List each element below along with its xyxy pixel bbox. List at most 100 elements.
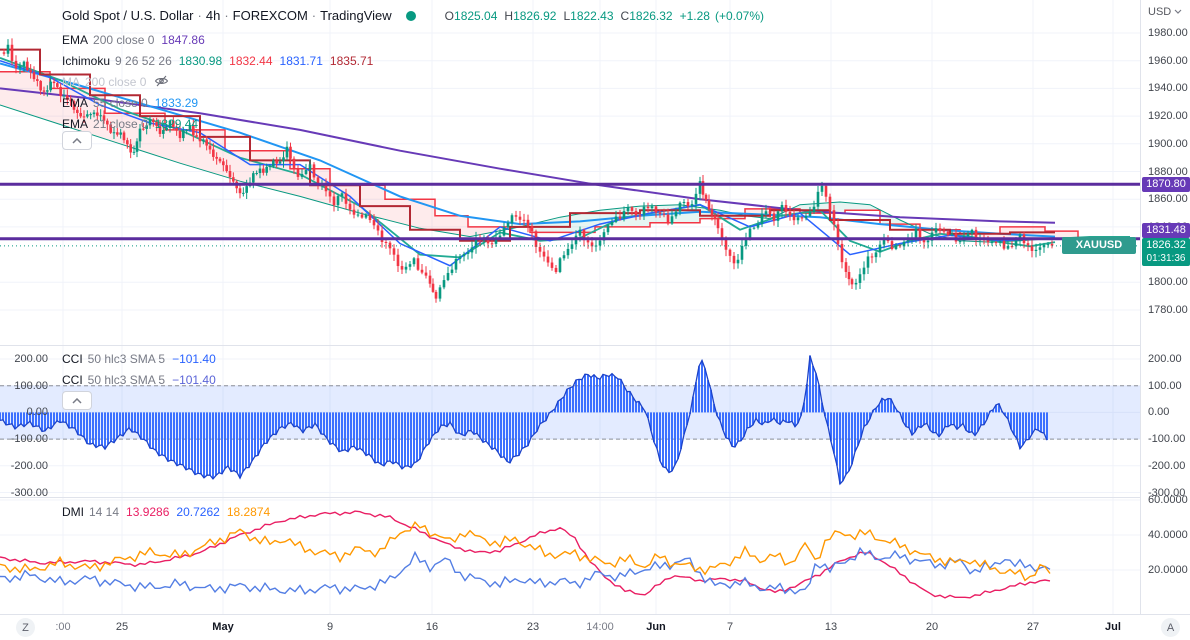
dmi-pane-legend: DMI 14 14 13.9286 20.7262 18.2874	[62, 502, 270, 523]
tradingview-chart-window: Gold Spot / U.S. Dollar · 4h · FOREXCOM · Trad…	[0, 0, 1190, 640]
indicator-params: 200 close 0	[85, 75, 147, 89]
indicator-value: 1832.44	[229, 54, 273, 68]
currency-selector[interactable]: USD	[1148, 6, 1182, 18]
indicator-value: −101.40	[172, 352, 216, 366]
price-level-badge: 1870.80	[1142, 176, 1190, 192]
cci-left-tick: 0.00	[26, 406, 48, 419]
time-label: 27	[1026, 621, 1040, 633]
legend-row-ichimoku-9[interactable]: Ichimoku 9 26 52 26 1830.98 1832.44 1831.71 1…	[62, 51, 373, 72]
cci-left-tick: -300.00	[10, 486, 48, 499]
chevron-up-icon	[72, 397, 82, 404]
bar-countdown: 01:31:36	[1146, 252, 1186, 264]
price-axis[interactable]: USD 1980.00 1960.00 1940.00 1920.00 1900.00 1…	[1140, 0, 1190, 614]
indicator-value: 1829.44	[154, 117, 199, 131]
indicator-params: 21 close 0	[93, 117, 148, 131]
symbol-price-label: XAUUSD	[1062, 237, 1136, 255]
indicator-value: 20.7262	[176, 505, 220, 519]
time-label: 25	[115, 621, 129, 633]
symbol-title[interactable]: Gold Spot / U.S. Dollar	[62, 8, 194, 23]
time-label: 20	[925, 621, 939, 633]
auto-scale-button[interactable]: A	[1161, 618, 1180, 637]
indicator-name: CCI	[62, 352, 83, 366]
price-tick: 1780.00	[1148, 304, 1188, 316]
time-label: 16	[425, 621, 439, 633]
price-tick: 1920.00	[1148, 110, 1188, 123]
main-pane-legend: EMA 200 close 0 1847.86 Ichimoku 9 26 52 26 1…	[62, 30, 373, 135]
legend-row-ema-200[interactable]: EMA 200 close 0 1847.86	[62, 30, 373, 51]
dmi-line--DI	[0, 521, 1051, 582]
indicator-value: 13.9286	[126, 505, 170, 519]
price-tick: 1900.00	[1148, 137, 1188, 150]
legend-row-ema-55[interactable]: EMA 55 close 0 1833.29	[62, 93, 373, 114]
indicator-params: 50 hlc3 SMA 5	[87, 373, 166, 387]
cci-left-tick: -200.00	[10, 459, 48, 472]
price-tick: 1880.00	[1148, 165, 1188, 178]
time-label: May	[212, 621, 234, 633]
chevron-down-icon	[1174, 9, 1182, 14]
time-label: Jul	[1105, 621, 1121, 633]
price-tick: 1800.00	[1148, 276, 1188, 289]
indicator-params: 14 14	[89, 505, 120, 519]
legend-row-ema-21[interactable]: EMA 21 close 0 1829.44	[62, 114, 373, 135]
indicator-name: EMA	[62, 117, 89, 131]
chart-header: Gold Spot / U.S. Dollar · 4h · FOREXCOM · Trad…	[62, 8, 765, 23]
last-price-value: 1826.32	[1146, 238, 1186, 251]
pane-separator-cci[interactable]	[0, 345, 1190, 346]
eye-off-icon[interactable]	[154, 74, 169, 88]
price-tick: 1860.00	[1148, 193, 1188, 206]
indicator-value: 1847.86	[161, 33, 205, 47]
price-tick: 1960.00	[1148, 54, 1188, 67]
cci-left-tick: -100.00	[10, 433, 48, 446]
time-axis[interactable]: Z :00 25 May 9 16 23 14:00 Jun 7 13 20 27 Jul A	[0, 614, 1190, 640]
time-label: 9	[326, 621, 334, 633]
indicator-name: EMA	[62, 96, 89, 110]
dmi-tick: 20.0000	[1148, 564, 1188, 576]
timezone-button[interactable]: Z	[16, 618, 35, 637]
chevron-up-icon	[72, 137, 82, 144]
dmi-tick: 40.0000	[1148, 529, 1188, 541]
indicator-value: 1835.71	[329, 54, 374, 68]
price-tick: 1980.00	[1148, 27, 1188, 39]
cci-tick: 200.00	[1148, 353, 1182, 365]
pane-separator-dmi[interactable]	[0, 497, 1190, 498]
platform-label: TradingView	[320, 8, 392, 23]
cci-left-tick: 200.00	[14, 353, 48, 365]
indicator-params: 55 close 0	[93, 96, 148, 110]
indicator-name: MA	[62, 75, 80, 89]
indicator-name: DMI	[62, 505, 84, 519]
time-label: 7	[726, 621, 734, 633]
indicator-value: 1833.29	[154, 96, 199, 110]
last-price-badge: 1826.32 01:31:36	[1142, 237, 1190, 266]
legend-row-dmi-14[interactable]: DMI 14 14 13.9286 20.7262 18.2874	[62, 502, 270, 523]
ohlc-values: O1825.04 H1826.92 L1822.43 C1826.32 +1.28 (+0…	[444, 9, 765, 23]
cci-pane-legend: CCI 50 hlc3 SMA 5 −101.40 CCI 50 hlc3 SMA 5−…	[62, 349, 216, 391]
indicator-name: CCI	[62, 373, 83, 387]
indicator-name: EMA	[62, 33, 89, 47]
indicator-value: 1830.98	[178, 54, 223, 68]
cci-tick: 0.00	[1148, 406, 1170, 419]
cci-tick: -200.00	[1148, 459, 1186, 472]
time-label: 23	[526, 621, 540, 633]
cci-tick: 100.00	[1148, 379, 1182, 392]
exchange-label: FOREXCOM	[232, 8, 308, 23]
market-status-icon[interactable]	[405, 11, 416, 21]
time-label: 13	[824, 621, 838, 633]
price-tick: 1940.00	[1148, 82, 1188, 95]
legend-row-cci-50[interactable]: CCI 50 hlc3 SMA 5 −101.40	[62, 349, 216, 370]
indicator-params: 50 hlc3 SMA 5	[87, 352, 166, 366]
interval-label[interactable]: 4h	[206, 8, 220, 23]
indicator-value: −101.40	[172, 373, 216, 387]
collapse-cci-legend-button[interactable]	[62, 391, 92, 410]
indicator-value: 1831.71	[279, 54, 323, 68]
legend-row-cci-50[interactable]: CCI 50 hlc3 SMA 5 −101.40	[62, 370, 216, 391]
indicator-params: 9 26 52 26	[115, 54, 172, 68]
legend-row-ma-200[interactable]: MA 200 close 0	[62, 72, 373, 93]
time-label: :00	[55, 621, 71, 633]
time-label: 14:00	[586, 621, 614, 633]
dmi-pane	[0, 510, 1051, 599]
indicator-value: 18.2874	[226, 505, 271, 519]
price-level-badge: 1831.48	[1142, 222, 1190, 238]
dmi-tick: 60.0000	[1148, 494, 1188, 506]
time-label: Jun	[646, 621, 666, 633]
indicator-name: Ichimoku	[62, 54, 111, 68]
